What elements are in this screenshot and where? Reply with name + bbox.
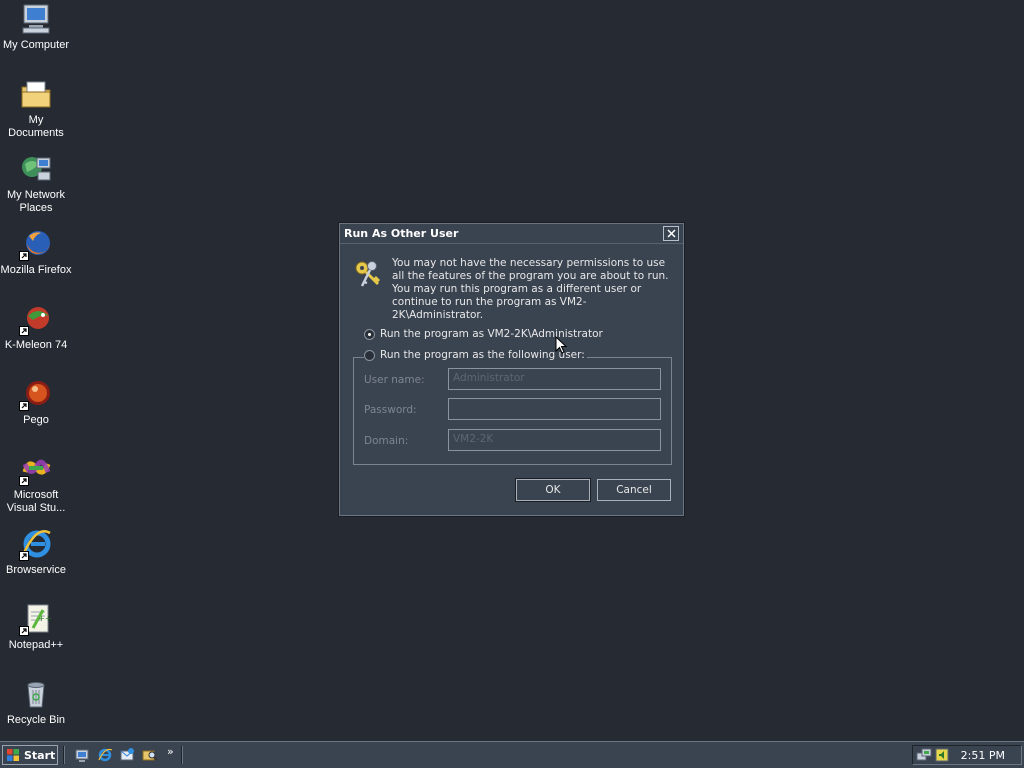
desktop-icon-label: Mozilla Firefox <box>0 264 72 276</box>
network-places-icon <box>19 152 53 186</box>
desktop-icon-label: My Documents <box>8 114 64 139</box>
domain-field[interactable]: VM2-2K <box>448 429 661 451</box>
run-as-dialog: Run As Other User You may not have the n… <box>339 223 684 516</box>
start-button[interactable]: Start <box>2 745 58 765</box>
radio-run-as-current-user[interactable]: Run the program as VM2-2K\Administrator <box>364 328 603 340</box>
dialog-message: You may not have the necessary permissio… <box>392 257 669 321</box>
desktop-icon-visual-studio[interactable]: Microsoft Visual Stu... <box>0 452 72 515</box>
shortcut-arrow-icon <box>19 476 29 486</box>
desktop-icon-my-documents[interactable]: My Documents <box>0 77 72 140</box>
close-button[interactable] <box>663 226 679 241</box>
desktop-icon-notepad-plus-plus[interactable]: ++ Notepad++ <box>0 602 72 652</box>
internet-explorer-icon[interactable] <box>97 747 113 763</box>
radio-label-current-user: Run the program as VM2-2K\Administrator <box>380 328 603 340</box>
desktop-icon-label: Notepad++ <box>8 639 64 651</box>
desktop-icon-label: Browservice <box>6 564 66 576</box>
desktop-icon-label: Pego <box>23 414 49 426</box>
desktop-icon-label: My Computer <box>2 39 70 51</box>
network-tray-icon[interactable] <box>916 747 932 763</box>
windows-logo-icon <box>7 749 19 761</box>
visual-studio-icon <box>19 452 53 486</box>
recycle-bin-icon <box>19 677 53 711</box>
password-field[interactable] <box>448 398 661 420</box>
taskbar: Start » 2:51 PM <box>0 741 1024 768</box>
svg-text:++: ++ <box>38 614 51 623</box>
shortcut-arrow-icon <box>19 401 29 411</box>
quick-launch-overflow-icon[interactable]: » <box>167 745 174 758</box>
internet-explorer-icon <box>19 527 53 561</box>
system-tray: 2:51 PM <box>912 745 1022 765</box>
taskbar-divider <box>63 746 65 764</box>
ok-button[interactable]: OK <box>515 478 591 502</box>
shortcut-arrow-icon <box>19 551 29 561</box>
mouse-cursor-icon <box>555 336 567 354</box>
computer-icon <box>19 2 53 36</box>
taskbar-divider <box>181 746 183 764</box>
desktop-icon-k-meleon[interactable]: K-Meleon 74 <box>0 302 72 352</box>
desktop-icon-pego[interactable]: Pego <box>0 377 72 427</box>
pego-icon <box>19 377 53 411</box>
start-label: Start <box>24 748 56 762</box>
dialog-title: Run As Other User <box>344 227 459 240</box>
shortcut-arrow-icon <box>19 251 29 261</box>
desktop-icon-my-network-places[interactable]: My Network Places <box>0 152 72 215</box>
shortcut-arrow-icon <box>19 626 29 636</box>
desktop-icon-my-computer[interactable]: My Computer <box>0 2 72 52</box>
domain-label: Domain: <box>364 435 409 447</box>
radio-button-selected[interactable] <box>364 328 375 340</box>
search-icon[interactable] <box>142 747 158 763</box>
outlook-express-icon[interactable] <box>119 747 135 763</box>
desktop-icon-recycle-bin[interactable]: Recycle Bin <box>0 677 72 727</box>
firefox-icon <box>19 227 53 261</box>
desktop-icon-label: Recycle Bin <box>6 714 66 726</box>
desktop-icon-label: K-Meleon 74 <box>4 339 68 351</box>
close-icon <box>666 229 676 238</box>
desktop-icon-label: My Network Places <box>6 189 66 214</box>
desktop-icon-label: Microsoft Visual Stu... <box>6 489 66 514</box>
notepad-plus-icon: ++ <box>19 602 53 636</box>
folder-documents-icon <box>19 77 53 111</box>
volume-tray-icon[interactable] <box>934 747 950 763</box>
password-label: Password: <box>364 404 417 416</box>
desktop-icon-mozilla-firefox[interactable]: Mozilla Firefox <box>0 227 72 277</box>
shortcut-arrow-icon <box>19 326 29 336</box>
desktop-icon-browservice[interactable]: Browservice <box>0 527 72 577</box>
cancel-button[interactable]: Cancel <box>597 479 671 501</box>
keys-icon <box>355 261 381 287</box>
k-meleon-icon <box>19 302 53 336</box>
username-label: User name: <box>364 374 425 386</box>
radio-button-unselected[interactable] <box>364 349 375 361</box>
dialog-titlebar[interactable]: Run As Other User <box>340 224 683 244</box>
clock[interactable]: 2:51 PM <box>961 749 1005 762</box>
show-desktop-icon[interactable] <box>74 747 90 763</box>
username-field[interactable]: Administrator <box>448 368 661 390</box>
radio-run-as-following-user[interactable]: Run the program as the following user: <box>364 349 587 361</box>
